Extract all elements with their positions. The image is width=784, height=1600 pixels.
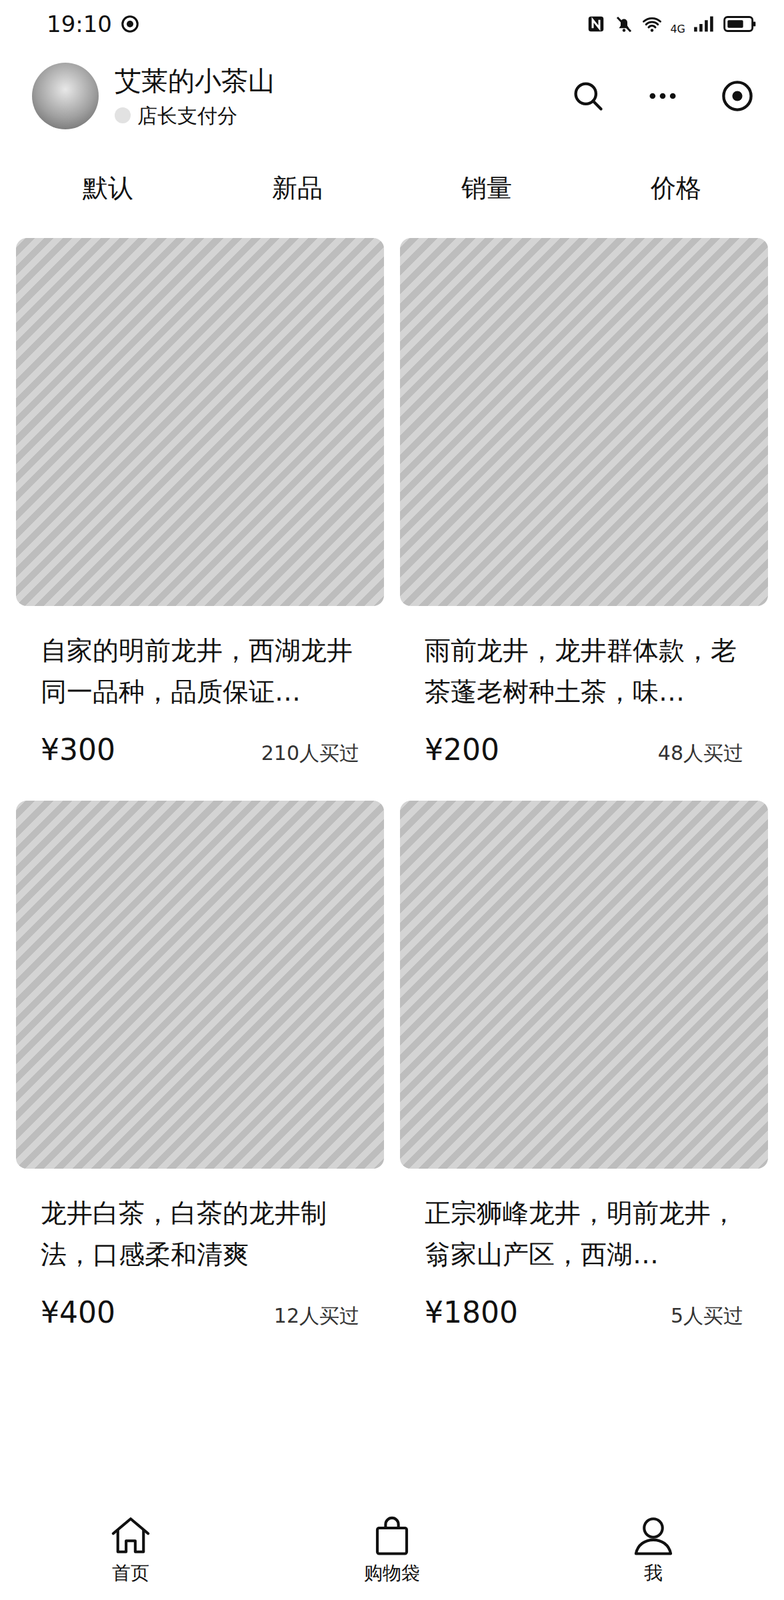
product-title: 自家的明前龙井，西湖龙井同一品种，品质保证… [40,630,360,713]
shop-avatar[interactable] [32,62,99,130]
bottom-nav: 首页 购物袋 我 [0,1500,784,1600]
product-sold-count: 210人买过 [261,740,360,768]
shop-header: 艾莱的小茶山店长支付分 [0,48,784,144]
product-photo[interactable] [16,800,384,1169]
nav-label: 首页 [112,1561,150,1586]
sort-tabs: 默认新品销量价格 [0,144,784,238]
product-body: 自家的明前龙井，西湖龙井同一品种，品质保证… ¥300 210人买过 [16,606,384,774]
product-card[interactable]: 正宗狮峰龙井，明前龙井，翁家山产区，西湖… ¥1800 5人买过 [400,800,768,1337]
bag-icon [370,1513,414,1558]
home-icon [108,1513,153,1558]
shop-info: 艾莱的小茶山店长支付分 [114,64,571,129]
product-price: ¥300 [40,732,116,767]
status-left: 19:10 [46,10,140,38]
shop-subtitle-text: 店长支付分 [137,102,238,129]
user-icon [631,1513,676,1558]
product-sold-count: 48人买过 [658,740,744,768]
shop-name: 艾莱的小茶山 [114,64,571,98]
nav-label: 购物袋 [364,1561,420,1586]
search-icon[interactable] [570,78,606,114]
product-meta: ¥200 48人买过 [424,732,744,768]
product-sold-count: 5人买过 [670,1302,744,1330]
nav-item[interactable]: 购物袋 [261,1513,523,1586]
product-title: 正宗狮峰龙井，明前龙井，翁家山产区，西湖… [424,1192,744,1276]
sort-tab[interactable]: 默认 [13,162,203,214]
sort-tab[interactable]: 销量 [392,162,582,214]
product-photo[interactable] [400,238,768,606]
product-card[interactable]: 自家的明前龙井，西湖龙井同一品种，品质保证… ¥300 210人买过 [16,238,384,774]
product-card[interactable]: 雨前龙井，龙井群体款，老茶蓬老树种土茶，味… ¥200 48人买过 [400,238,768,774]
mute-bell-icon [614,14,634,34]
network-type: 4G [670,22,686,36]
product-body: 正宗狮峰龙井，明前龙井，翁家山产区，西湖… ¥1800 5人买过 [400,1168,768,1337]
shop-subtitle[interactable]: 店长支付分 [114,102,571,129]
nav-item[interactable]: 首页 [0,1513,262,1586]
product-price: ¥400 [40,1295,116,1330]
product-body: 雨前龙井，龙井群体款，老茶蓬老树种土茶，味… ¥200 48人买过 [400,606,768,774]
header-actions [570,78,755,114]
status-right: 4G [586,13,758,36]
status-time: 19:10 [46,10,112,38]
nav-label: 我 [644,1561,663,1586]
product-title: 雨前龙井，龙井群体款，老茶蓬老树种土茶，味… [424,630,744,713]
product-body: 龙井白茶，白茶的龙井制法，口感柔和清爽 ¥400 12人买过 [16,1168,384,1337]
notification-icon [120,14,140,34]
pay-score-icon [114,107,131,124]
product-title: 龙井白茶，白茶的龙井制法，口感柔和清爽 [40,1192,360,1276]
product-card[interactable]: 龙井白茶，白茶的龙井制法，口感柔和清爽 ¥400 12人买过 [16,800,384,1337]
status-bar: 19:10 4G [0,0,784,48]
more-icon[interactable] [645,78,680,114]
battery-icon [722,14,758,34]
product-price: ¥1800 [424,1295,518,1330]
shop-page: 19:10 4G 艾莱的小茶山店长支付分默认新品销量价格自家的明前龙井，西湖龙井同一… [0,0,784,1600]
target-icon[interactable] [720,78,755,114]
product-photo[interactable] [400,800,768,1169]
product-meta: ¥1800 5人买过 [424,1295,744,1330]
wifi-icon [642,14,662,34]
sort-tab[interactable]: 价格 [581,162,771,214]
product-sold-count: 12人买过 [274,1302,360,1330]
product-grid: 自家的明前龙井，西湖龙井同一品种，品质保证… ¥300 210人买过 雨前龙井，龙井群… [0,238,784,1337]
product-photo[interactable] [16,238,384,606]
product-meta: ¥400 12人买过 [40,1295,360,1330]
product-meta: ¥300 210人买过 [40,732,360,768]
product-price: ¥200 [424,732,500,767]
signal-icon [693,14,715,34]
nav-item[interactable]: 我 [522,1513,784,1586]
nfc-icon [586,14,606,34]
sort-tab[interactable]: 新品 [202,162,392,214]
